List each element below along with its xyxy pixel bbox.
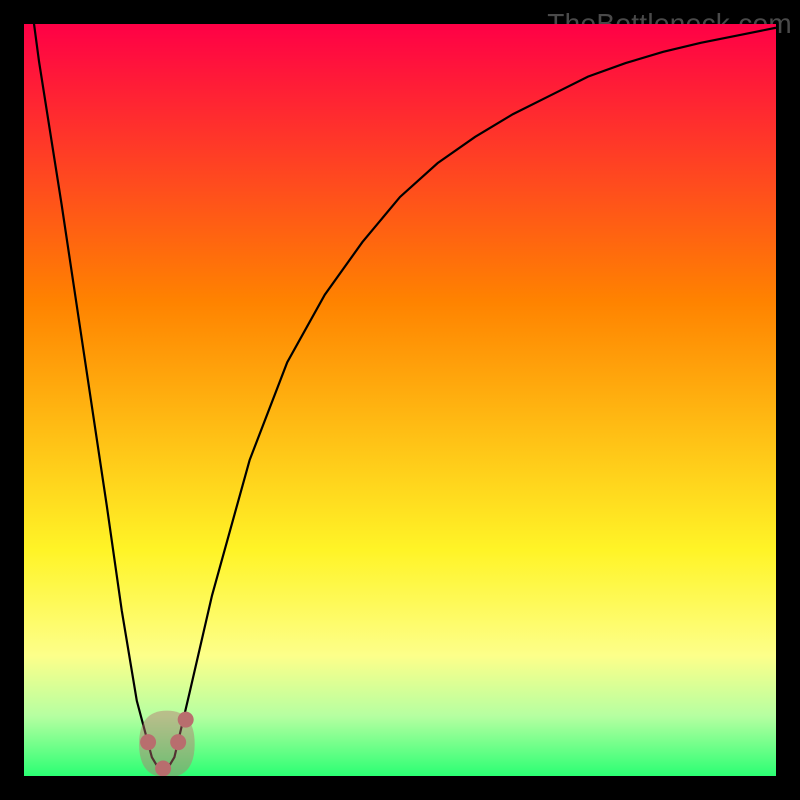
plot-area	[24, 24, 776, 776]
chart-frame: TheBottleneck.com	[0, 0, 800, 800]
plot-svg	[24, 24, 776, 776]
trough-blob	[139, 711, 195, 776]
gradient-background	[24, 24, 776, 776]
